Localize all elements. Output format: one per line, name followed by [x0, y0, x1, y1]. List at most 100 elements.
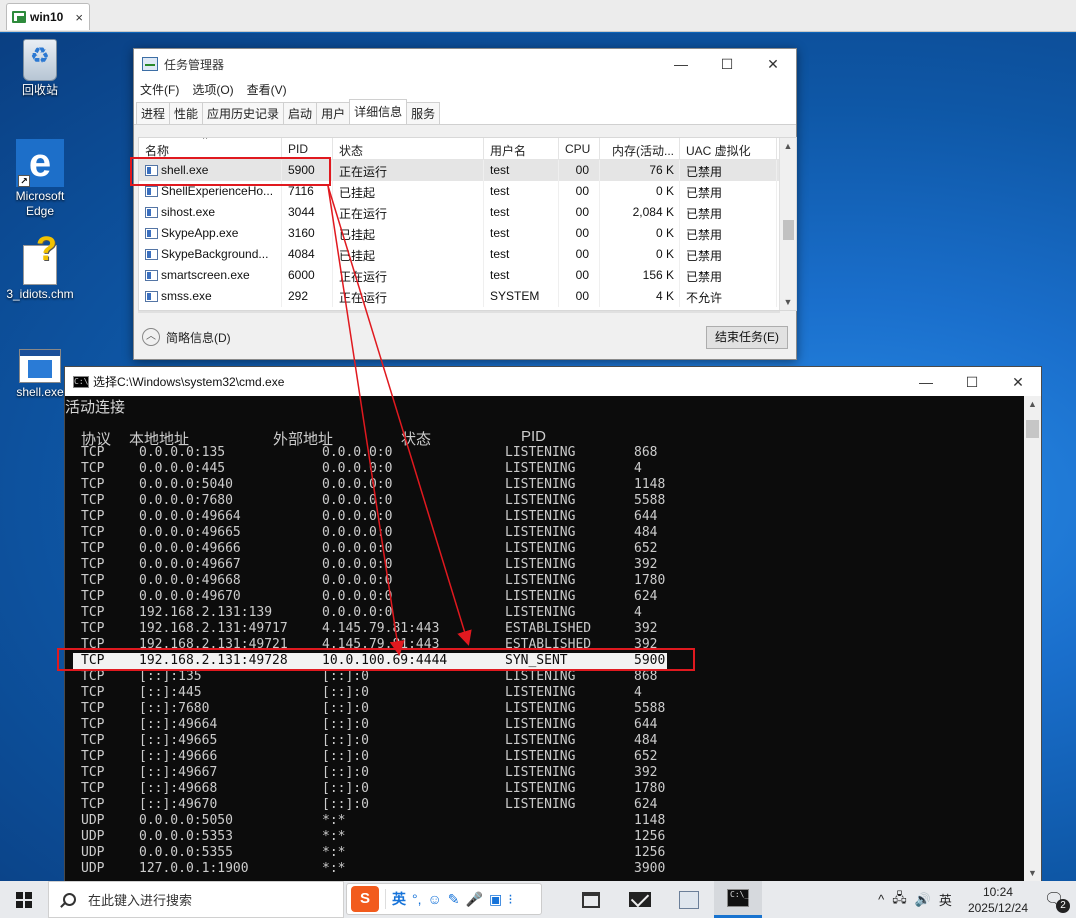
table-row[interactable]: smartscreen.exe 6000 正在运行 test 00 156 K 已禁用 [139, 265, 796, 286]
scroll-down-icon[interactable]: ▼ [1024, 865, 1041, 882]
cell-name: shell.exe [139, 160, 282, 181]
tab-processes[interactable]: 进程 [136, 102, 171, 124]
tab-app-history[interactable]: 应用历史记录 [202, 102, 285, 124]
table-row[interactable]: sihost.exe 3044 正在运行 test 00 2,084 K 已禁用 [139, 202, 796, 223]
tab-services[interactable]: 服务 [406, 102, 441, 124]
table-row[interactable]: SkypeBackground... 4084 已挂起 test 00 0 K 已禁用 [139, 244, 796, 265]
minimize-button[interactable]: — [658, 49, 704, 79]
netstat-pid: 1256 [634, 845, 666, 860]
tab-details[interactable]: 详细信息 [349, 99, 408, 124]
close-button[interactable]: ✕ [750, 49, 796, 79]
task-manager-titlebar[interactable]: 任务管理器 — ☐ ✕ [134, 49, 796, 79]
close-button[interactable]: ✕ [995, 367, 1041, 397]
netstat-state: ESTABLISHED [505, 637, 592, 652]
notification-center-button[interactable]: 🗨 2 [1044, 889, 1070, 913]
netstat-state: LISTENING [505, 477, 576, 492]
column-header-cpu[interactable]: CPU [559, 138, 600, 159]
end-task-button[interactable]: 结束任务(E) [706, 325, 788, 349]
menu-icon[interactable]: ⁝ [508, 891, 512, 908]
column-header-name[interactable]: ^ 名称 [139, 138, 282, 159]
taskbar-store[interactable] [567, 881, 615, 918]
ime-punct-icon[interactable]: °, [412, 891, 422, 907]
maximize-button[interactable]: ☐ [704, 49, 750, 79]
sort-up-icon: ^ [203, 138, 208, 144]
minimize-button[interactable]: — [903, 367, 949, 397]
emoji-icon[interactable]: ☺ [428, 891, 442, 907]
ime-toolbar[interactable]: S 英 °, ☺ ✎ 🎤 ▣ ⁝ [346, 883, 542, 915]
desktop-icon-recycle-bin[interactable]: 回收站 [3, 39, 77, 98]
table-row[interactable]: SkypeApp.exe 3160 已挂起 test 00 0 K 已禁用 [139, 223, 796, 244]
system-tray: ^ 🖧 🔊 英 10:24 2025/12/24 🗨 2 [878, 881, 1076, 918]
netstat-pid: 1148 [634, 477, 666, 492]
scroll-up-icon[interactable]: ▲ [1024, 396, 1041, 413]
taskbar-cmd[interactable]: C:\_ [714, 881, 762, 918]
sogou-logo-icon[interactable]: S [351, 886, 379, 912]
menu-view[interactable]: 查看(V) [247, 81, 287, 98]
col-pid: PID [521, 428, 547, 445]
maximize-button[interactable]: ☐ [949, 367, 995, 397]
microphone-icon[interactable]: 🎤 [466, 891, 483, 908]
tab-startup[interactable]: 启动 [283, 102, 318, 124]
netstat-local: [::]:49668 [139, 781, 218, 796]
col-state: 状态 [401, 431, 432, 448]
tab-users[interactable]: 用户 [316, 102, 351, 124]
console-output[interactable]: 活动连接 协议 本地地址 外部地址 状态 PID TCP 0.0.0.0:135 0.0.0… [65, 396, 1026, 882]
cell-pid: 3044 [282, 202, 333, 223]
netstat-local: 0.0.0.0:5050 [139, 813, 233, 828]
ime-mode[interactable]: 英 [392, 889, 406, 909]
cmd-titlebar[interactable]: C:\ 选择C:\Windows\system32\cmd.exe — ☐ ✕ [65, 367, 1041, 396]
taskbar-search-box[interactable]: 在此键入进行搜索 [48, 881, 344, 918]
table-row[interactable]: smss.exe 292 正在运行 SYSTEM 00 4 K 不允许 [139, 286, 796, 307]
scroll-thumb[interactable] [783, 220, 794, 240]
cell-uac: 已禁用 [680, 160, 777, 181]
desktop-icon-chm[interactable]: 3_idiots.chm [3, 242, 77, 302]
cell-user: test [484, 223, 559, 244]
scroll-thumb[interactable] [1026, 420, 1039, 438]
column-header-status[interactable]: 状态 [333, 138, 484, 159]
table-row[interactable]: ShellExperienceHo... 7116 已挂起 test 00 0 K 已禁用 [139, 181, 796, 202]
fewer-details-button[interactable]: ︿ 简略信息(D) [142, 328, 231, 346]
desktop-icon-edge[interactable]: e ↗ Microsoft Edge [3, 139, 77, 219]
cmd-vertical-scrollbar[interactable]: ▲ ▼ [1024, 396, 1041, 882]
column-header-pid[interactable]: PID [282, 138, 333, 159]
netstat-proto: TCP [81, 733, 105, 748]
netstat-state: LISTENING [505, 781, 576, 796]
netstat-proto: TCP [81, 573, 105, 588]
vertical-scrollbar[interactable]: ▲ ▼ [779, 138, 796, 310]
console-heading: 活动连接 [65, 399, 126, 416]
taskbar-task-manager[interactable] [665, 881, 713, 918]
scroll-up-icon[interactable]: ▲ [780, 138, 796, 154]
vm-tab-close-icon[interactable]: × [75, 10, 83, 25]
column-header-user[interactable]: 用户名 [484, 138, 559, 159]
tab-performance[interactable]: 性能 [169, 102, 204, 124]
cell-user: test [484, 265, 559, 286]
table-row[interactable]: shell.exe 5900 正在运行 test 00 76 K 已禁用 [139, 160, 796, 181]
toolbox-icon[interactable]: ▣ [489, 891, 502, 908]
netstat-local: 192.168.2.131:49721 [139, 637, 288, 652]
vm-tab-win10[interactable]: win10 × [6, 3, 90, 30]
taskbar-clock[interactable]: 10:24 2025/12/24 [960, 884, 1036, 916]
tray-expand-icon[interactable]: ^ [878, 892, 884, 907]
store-icon [582, 891, 600, 908]
netstat-proto: TCP [81, 749, 105, 764]
input-language[interactable]: 英 [939, 890, 952, 909]
netstat-proto: TCP [81, 589, 105, 604]
volume-icon[interactable]: 🔊 [915, 892, 931, 908]
menu-options[interactable]: 选项(O) [192, 81, 233, 98]
handwrite-icon[interactable]: ✎ [448, 891, 460, 908]
taskbar-mail[interactable] [616, 881, 664, 918]
netstat-foreign: [::]:0 [322, 781, 369, 796]
menu-file[interactable]: 文件(F) [140, 81, 179, 98]
cell-user: test [484, 202, 559, 223]
netstat-pid: 624 [634, 797, 658, 812]
column-header-uac[interactable]: UAC 虚拟化 [680, 138, 777, 159]
netstat-state: LISTENING [505, 605, 576, 620]
netstat-pid: 484 [634, 733, 658, 748]
netstat-pid: 644 [634, 717, 658, 732]
horizontal-scrollbar[interactable] [138, 311, 780, 313]
cell-cpu: 00 [559, 244, 600, 265]
network-icon[interactable]: 🖧 [892, 889, 907, 911]
column-header-memory[interactable]: 内存(活动... [600, 138, 680, 159]
start-button[interactable] [0, 881, 48, 918]
scroll-down-icon[interactable]: ▼ [780, 294, 796, 310]
